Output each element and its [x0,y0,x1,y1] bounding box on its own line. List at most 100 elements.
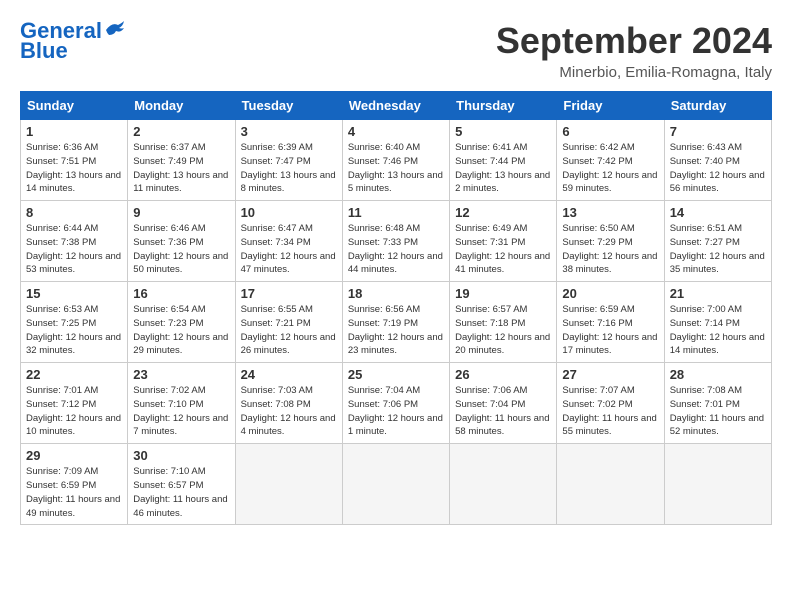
day-number: 25 [348,367,444,382]
calendar-day-cell: 4 Sunrise: 6:40 AMSunset: 7:46 PMDayligh… [342,120,449,201]
empty-cell [664,444,771,525]
empty-cell [342,444,449,525]
day-info: Sunrise: 6:43 AMSunset: 7:40 PMDaylight:… [670,142,765,194]
day-number: 1 [26,124,122,139]
day-info: Sunrise: 6:57 AMSunset: 7:18 PMDaylight:… [455,304,550,356]
calendar-day-cell: 8 Sunrise: 6:44 AMSunset: 7:38 PMDayligh… [21,201,128,282]
day-number: 7 [670,124,766,139]
calendar-day-cell: 18 Sunrise: 6:56 AMSunset: 7:19 PMDaylig… [342,282,449,363]
weekday-header-saturday: Saturday [664,92,771,120]
day-number: 11 [348,205,444,220]
day-info: Sunrise: 7:00 AMSunset: 7:14 PMDaylight:… [670,304,765,356]
day-number: 2 [133,124,229,139]
calendar-day-cell: 17 Sunrise: 6:55 AMSunset: 7:21 PMDaylig… [235,282,342,363]
weekday-header-wednesday: Wednesday [342,92,449,120]
calendar-day-cell: 16 Sunrise: 6:54 AMSunset: 7:23 PMDaylig… [128,282,235,363]
calendar-day-cell: 19 Sunrise: 6:57 AMSunset: 7:18 PMDaylig… [450,282,557,363]
calendar-day-cell: 9 Sunrise: 6:46 AMSunset: 7:36 PMDayligh… [128,201,235,282]
day-info: Sunrise: 6:44 AMSunset: 7:38 PMDaylight:… [26,223,121,275]
calendar-day-cell: 28 Sunrise: 7:08 AMSunset: 7:01 PMDaylig… [664,363,771,444]
day-info: Sunrise: 6:55 AMSunset: 7:21 PMDaylight:… [241,304,336,356]
calendar-day-cell: 2 Sunrise: 6:37 AMSunset: 7:49 PMDayligh… [128,120,235,201]
calendar-table: SundayMondayTuesdayWednesdayThursdayFrid… [20,91,772,525]
calendar-day-cell: 10 Sunrise: 6:47 AMSunset: 7:34 PMDaylig… [235,201,342,282]
calendar-day-cell: 7 Sunrise: 6:43 AMSunset: 7:40 PMDayligh… [664,120,771,201]
day-info: Sunrise: 6:46 AMSunset: 7:36 PMDaylight:… [133,223,228,275]
day-number: 14 [670,205,766,220]
day-info: Sunrise: 6:48 AMSunset: 7:33 PMDaylight:… [348,223,443,275]
day-number: 9 [133,205,229,220]
weekday-header-monday: Monday [128,92,235,120]
day-number: 22 [26,367,122,382]
day-number: 15 [26,286,122,301]
calendar-day-cell: 30 Sunrise: 7:10 AMSunset: 6:57 PMDaylig… [128,444,235,525]
day-info: Sunrise: 6:40 AMSunset: 7:46 PMDaylight:… [348,142,443,194]
day-number: 17 [241,286,337,301]
day-info: Sunrise: 6:39 AMSunset: 7:47 PMDaylight:… [241,142,336,194]
logo: General Blue [20,20,126,63]
empty-cell [557,444,664,525]
day-info: Sunrise: 6:49 AMSunset: 7:31 PMDaylight:… [455,223,550,275]
day-info: Sunrise: 6:51 AMSunset: 7:27 PMDaylight:… [670,223,765,275]
day-info: Sunrise: 7:03 AMSunset: 7:08 PMDaylight:… [241,385,336,437]
calendar-day-cell: 25 Sunrise: 7:04 AMSunset: 7:06 PMDaylig… [342,363,449,444]
day-info: Sunrise: 6:47 AMSunset: 7:34 PMDaylight:… [241,223,336,275]
day-info: Sunrise: 7:01 AMSunset: 7:12 PMDaylight:… [26,385,121,437]
day-number: 27 [562,367,658,382]
day-number: 6 [562,124,658,139]
calendar-day-cell: 24 Sunrise: 7:03 AMSunset: 7:08 PMDaylig… [235,363,342,444]
day-number: 29 [26,448,122,463]
day-number: 24 [241,367,337,382]
calendar-day-cell: 22 Sunrise: 7:01 AMSunset: 7:12 PMDaylig… [21,363,128,444]
logo-bird-icon [104,20,126,38]
title-section: September 2024 Minerbio, Emilia-Romagna,… [496,20,772,81]
weekday-header-friday: Friday [557,92,664,120]
calendar-day-cell: 13 Sunrise: 6:50 AMSunset: 7:29 PMDaylig… [557,201,664,282]
month-title: September 2024 [496,20,772,62]
day-info: Sunrise: 6:53 AMSunset: 7:25 PMDaylight:… [26,304,121,356]
calendar-day-cell: 14 Sunrise: 6:51 AMSunset: 7:27 PMDaylig… [664,201,771,282]
day-info: Sunrise: 7:10 AMSunset: 6:57 PMDaylight:… [133,466,227,518]
calendar-day-cell: 23 Sunrise: 7:02 AMSunset: 7:10 PMDaylig… [128,363,235,444]
day-number: 10 [241,205,337,220]
day-number: 28 [670,367,766,382]
day-number: 21 [670,286,766,301]
logo-blue-text: Blue [20,38,68,63]
calendar-day-cell: 27 Sunrise: 7:07 AMSunset: 7:02 PMDaylig… [557,363,664,444]
day-number: 3 [241,124,337,139]
day-number: 13 [562,205,658,220]
weekday-header-tuesday: Tuesday [235,92,342,120]
day-number: 5 [455,124,551,139]
day-info: Sunrise: 7:08 AMSunset: 7:01 PMDaylight:… [670,385,764,437]
day-info: Sunrise: 6:37 AMSunset: 7:49 PMDaylight:… [133,142,228,194]
day-info: Sunrise: 6:50 AMSunset: 7:29 PMDaylight:… [562,223,657,275]
day-number: 23 [133,367,229,382]
day-number: 20 [562,286,658,301]
calendar-day-cell: 20 Sunrise: 6:59 AMSunset: 7:16 PMDaylig… [557,282,664,363]
day-number: 19 [455,286,551,301]
day-info: Sunrise: 7:06 AMSunset: 7:04 PMDaylight:… [455,385,549,437]
day-info: Sunrise: 7:02 AMSunset: 7:10 PMDaylight:… [133,385,228,437]
day-info: Sunrise: 6:56 AMSunset: 7:19 PMDaylight:… [348,304,443,356]
calendar-day-cell: 21 Sunrise: 7:00 AMSunset: 7:14 PMDaylig… [664,282,771,363]
weekday-header-sunday: Sunday [21,92,128,120]
calendar-day-cell: 11 Sunrise: 6:48 AMSunset: 7:33 PMDaylig… [342,201,449,282]
day-number: 12 [455,205,551,220]
weekday-header-thursday: Thursday [450,92,557,120]
calendar-day-cell: 29 Sunrise: 7:09 AMSunset: 6:59 PMDaylig… [21,444,128,525]
day-number: 18 [348,286,444,301]
day-number: 30 [133,448,229,463]
day-info: Sunrise: 6:59 AMSunset: 7:16 PMDaylight:… [562,304,657,356]
day-number: 26 [455,367,551,382]
day-number: 4 [348,124,444,139]
empty-cell [235,444,342,525]
day-info: Sunrise: 7:07 AMSunset: 7:02 PMDaylight:… [562,385,656,437]
day-info: Sunrise: 6:54 AMSunset: 7:23 PMDaylight:… [133,304,228,356]
page-header: General Blue September 2024 Minerbio, Em… [20,20,772,81]
day-info: Sunrise: 6:36 AMSunset: 7:51 PMDaylight:… [26,142,121,194]
calendar-day-cell: 3 Sunrise: 6:39 AMSunset: 7:47 PMDayligh… [235,120,342,201]
calendar-day-cell: 1 Sunrise: 6:36 AMSunset: 7:51 PMDayligh… [21,120,128,201]
calendar-day-cell: 15 Sunrise: 6:53 AMSunset: 7:25 PMDaylig… [21,282,128,363]
day-info: Sunrise: 6:41 AMSunset: 7:44 PMDaylight:… [455,142,550,194]
day-number: 16 [133,286,229,301]
